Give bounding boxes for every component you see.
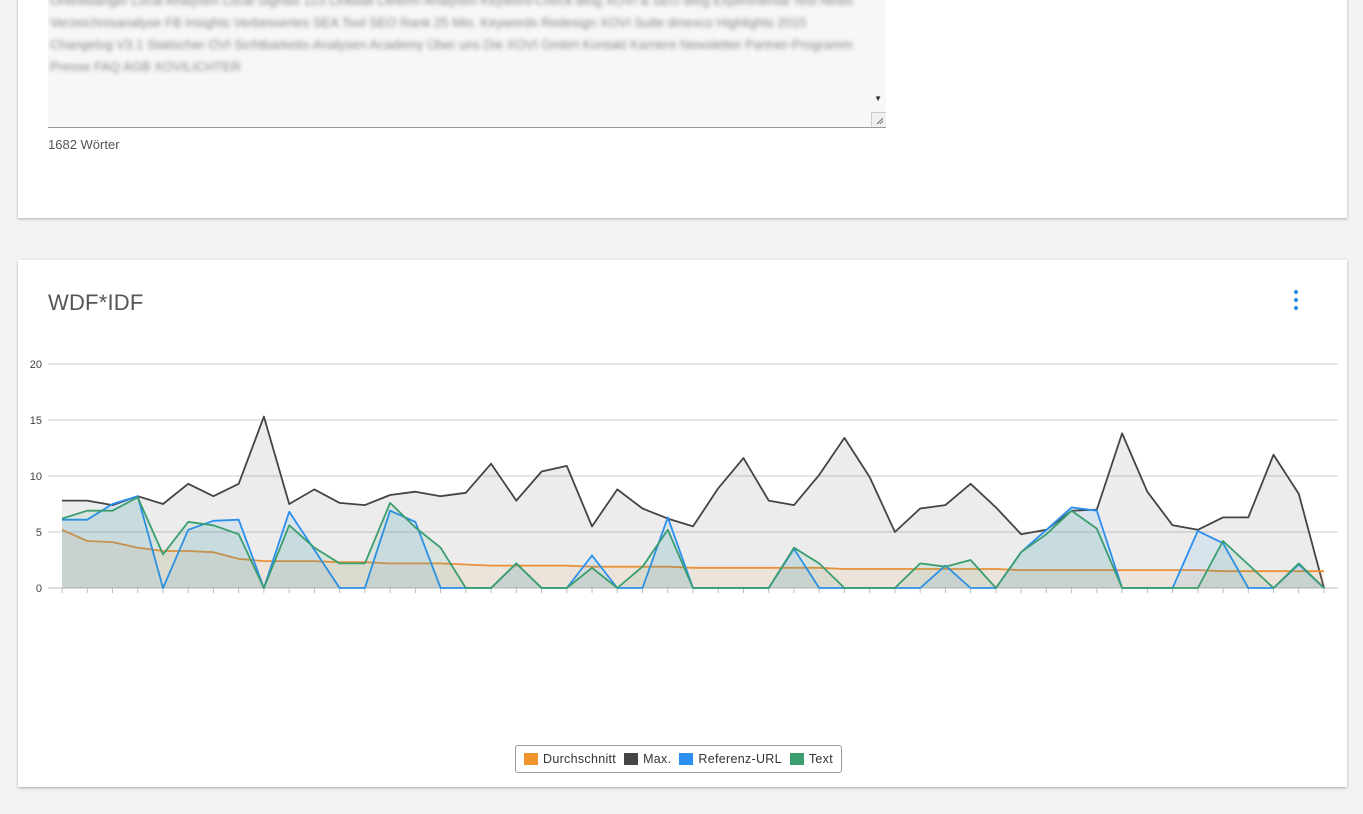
legend-label-text: Text <box>808 752 833 766</box>
legend-item-referenz-url[interactable]: Referenz-URL <box>679 752 782 766</box>
wdf-idf-chart-card: WDF*IDF 0 5 10 15 20 Durchschnitt Max. Refer… <box>18 260 1347 787</box>
resize-handle-icon[interactable] <box>871 112 886 127</box>
legend-item-durchschnitt[interactable]: Durchschnitt <box>524 752 616 766</box>
word-count: 1682 Wörter <box>48 137 120 152</box>
legend-swatch-max <box>624 753 639 765</box>
legend-label-referenz-url: Referenz-URL <box>698 752 782 766</box>
text-analysis-card: Onlinebanger Local Analysen Local Signal… <box>18 0 1347 218</box>
legend-item-text[interactable]: Text <box>789 752 833 766</box>
legend-swatch-durchschnitt <box>524 753 538 765</box>
y-tick-label: 5 <box>36 527 42 539</box>
legend-swatch-referenz-url <box>679 753 694 765</box>
wdf-idf-chart: 0 5 10 15 20 <box>30 359 1338 595</box>
scroll-down-arrow-icon[interactable]: ▼ <box>874 94 882 103</box>
chart-legend: Durchschnitt Max. Referenz-URL Text <box>515 745 842 773</box>
legend-label-max: Max. <box>643 752 672 766</box>
y-tick-label: 20 <box>30 359 42 371</box>
y-tick-label: 10 <box>30 471 42 483</box>
y-tick-label: 15 <box>30 415 42 427</box>
y-tick-label: 0 <box>36 583 42 595</box>
legend-swatch-text <box>789 753 804 765</box>
legend-label-durchschnitt: Durchschnitt <box>543 752 617 766</box>
legend-item-max[interactable]: Max. <box>624 752 671 766</box>
textarea-content: Onlinebanger Local Analysen Local Signal… <box>50 0 853 74</box>
text-input-area[interactable]: Onlinebanger Local Analysen Local Signal… <box>48 0 886 128</box>
